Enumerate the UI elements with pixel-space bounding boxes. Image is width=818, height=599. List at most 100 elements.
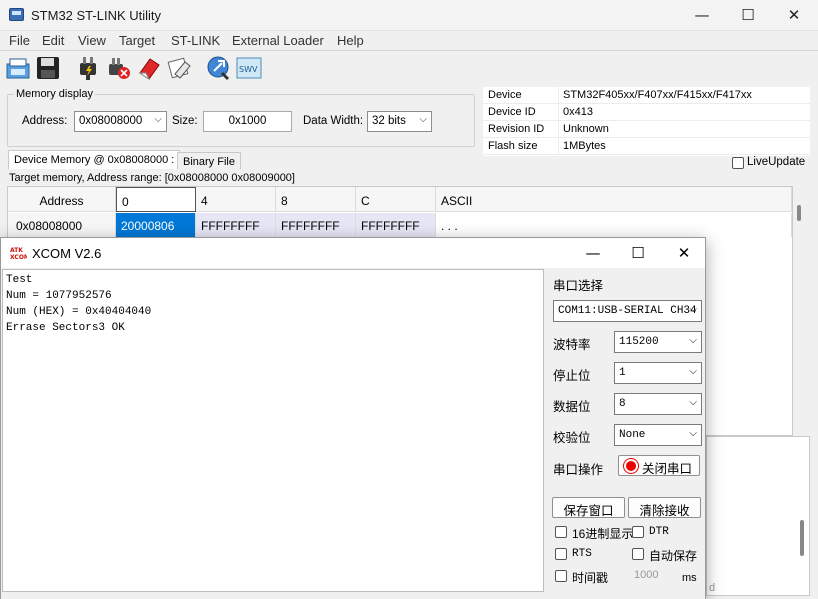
memory-cell[interactable]: FFFFFFFF [196,213,276,237]
port-select-label: 串口选择 [553,279,604,293]
menu-stlink[interactable]: ST-LINK [171,33,220,48]
memory-display-title: Memory display [14,88,96,100]
address-value: 0x08008000 [79,115,143,127]
device-info-row: Flash size 1MBytes [483,138,810,155]
data-width-combo[interactable]: 32 bits ⌵ [367,111,432,132]
col-header-0[interactable]: 0 [116,187,196,212]
chevron-down-icon: ⌵ [689,428,697,439]
disconnect-icon[interactable] [105,55,131,81]
xcom-bottom-strip [1,592,705,599]
menu-help[interactable]: Help [337,33,364,48]
tab-binary-file[interactable]: Binary File [177,152,241,169]
device-info-panel: Device STM32F405xx/F407xx/F415xx/F417xx … [483,87,810,156]
chevron-down-icon: ⌵ [689,366,697,377]
col-header-address[interactable]: Address [8,187,116,212]
chevron-down-icon: ⌵ [689,304,697,315]
chevron-down-icon: ⌵ [154,114,162,125]
erase-sectors-icon[interactable] [166,55,192,81]
menu-external-loader[interactable]: External Loader [232,33,324,48]
interval-unit-label: ms [682,572,697,584]
device-value: STM32F405xx/F407xx/F415xx/F417xx [563,89,752,101]
menu-file[interactable]: File [9,33,30,48]
col-header-4[interactable]: 4 [196,187,276,212]
port-value: COM11:USB-SERIAL CH34 [558,305,697,317]
data-width-label: Data Width: [303,115,364,127]
svg-text:ATK: ATK [10,247,23,254]
device-id-key: Device ID [488,106,536,118]
checkbox-box[interactable] [555,526,567,538]
flash-size-key: Flash size [488,140,538,152]
erase-icon[interactable] [136,55,162,81]
grid-scrollbar[interactable] [797,205,801,221]
atk-logo-icon: ATK XCOM [10,245,30,261]
memory-display-group: Memory display Address: 0x08008000 ⌵ Siz… [7,88,475,147]
menubar: File Edit View Target ST-LINK External L… [0,31,818,51]
log-panel: d [706,436,810,596]
size-input[interactable]: 0x1000 [203,111,292,132]
col-header-8[interactable]: 8 [276,187,356,212]
baud-rate-value: 115200 [619,336,659,348]
memory-cell[interactable]: FFFFFFFF [356,213,436,237]
flash-size-value: 1MBytes [563,140,606,152]
chevron-down-icon: ⌵ [689,335,697,346]
svg-text:XCOM: XCOM [10,254,27,260]
save-file-icon[interactable] [5,55,31,81]
menu-edit[interactable]: Edit [42,33,64,48]
memory-cell[interactable]: FFFFFFFF [276,213,356,237]
checkbox-box[interactable] [732,157,744,169]
close-icon[interactable]: ✕ [664,242,704,264]
program-icon[interactable] [206,55,232,81]
memory-cell-selected[interactable]: 20000806 [116,213,196,237]
close-port-label: 关闭串口 [641,462,692,476]
receive-line: Num (HEX) = 0x40404040 [6,306,152,318]
clear-receive-button[interactable]: 清除接收 [628,497,701,518]
timestamp-interval-input[interactable]: 1000 [626,567,678,585]
stop-bits-value: 1 [619,367,626,379]
ascii-cell[interactable]: . . . [436,213,792,237]
dtr-label: DTR [649,526,669,538]
save-disk-icon[interactable] [35,55,61,81]
log-scrollbar[interactable] [800,520,804,556]
port-select-combo[interactable]: COM11:USB-SERIAL CH34 ⌵ [553,300,702,322]
checkbox-box[interactable] [555,548,567,560]
xcom-window-title: XCOM V2.6 [32,246,102,261]
data-bits-combo[interactable]: 8 ⌵ [614,393,702,415]
close-port-button[interactable]: 关闭串口 [618,455,700,476]
stop-bits-label: 停止位 [553,369,591,383]
menu-view[interactable]: View [78,33,106,48]
save-window-button[interactable]: 保存窗口 [552,497,625,518]
menu-target[interactable]: Target [119,33,155,48]
chevron-down-icon: ⌵ [689,397,697,408]
maximize-icon[interactable]: ☐ [618,242,658,264]
connect-icon[interactable] [75,55,101,81]
device-info-row: Revision ID Unknown [483,121,810,138]
checkbox-box[interactable] [555,570,567,582]
baud-rate-combo[interactable]: 115200 ⌵ [614,331,702,353]
col-header-c[interactable]: C [356,187,436,212]
address-range-label: Target memory, Address range: [0x0800800… [9,172,295,184]
device-id-value: 0x413 [563,106,593,118]
tab-device-memory[interactable]: Device Memory @ 0x08008000 : [8,150,181,169]
checkbox-box[interactable] [632,526,644,538]
device-info-row: Device ID 0x413 [483,104,810,121]
minimize-icon[interactable]: — [680,4,724,26]
rts-label: RTS [572,548,592,560]
address-label: Address: [22,115,68,127]
row-address-cell[interactable]: 0x08008000 [8,213,116,237]
address-combo[interactable]: 0x08008000 ⌵ [74,111,167,132]
revision-id-value: Unknown [563,123,609,135]
stop-bits-combo[interactable]: 1 ⌵ [614,362,702,384]
device-key: Device [488,89,522,101]
receive-area[interactable]: Test Num = 1077952576 Num (HEX) = 0x4040… [2,269,544,592]
size-label: Size: [172,115,198,127]
toolbar: SWV [0,52,818,86]
stlink-app-icon [9,8,24,21]
close-icon[interactable]: ✕ [772,4,816,26]
hex-display-label: 16进制显示 [572,527,634,541]
checkbox-box[interactable] [632,548,644,560]
maximize-icon[interactable]: ☐ [726,4,770,26]
swv-icon[interactable]: SWV [236,55,262,81]
parity-combo[interactable]: None ⌵ [614,424,702,446]
col-header-ascii[interactable]: ASCII [436,187,792,212]
minimize-icon[interactable]: — [573,242,613,264]
